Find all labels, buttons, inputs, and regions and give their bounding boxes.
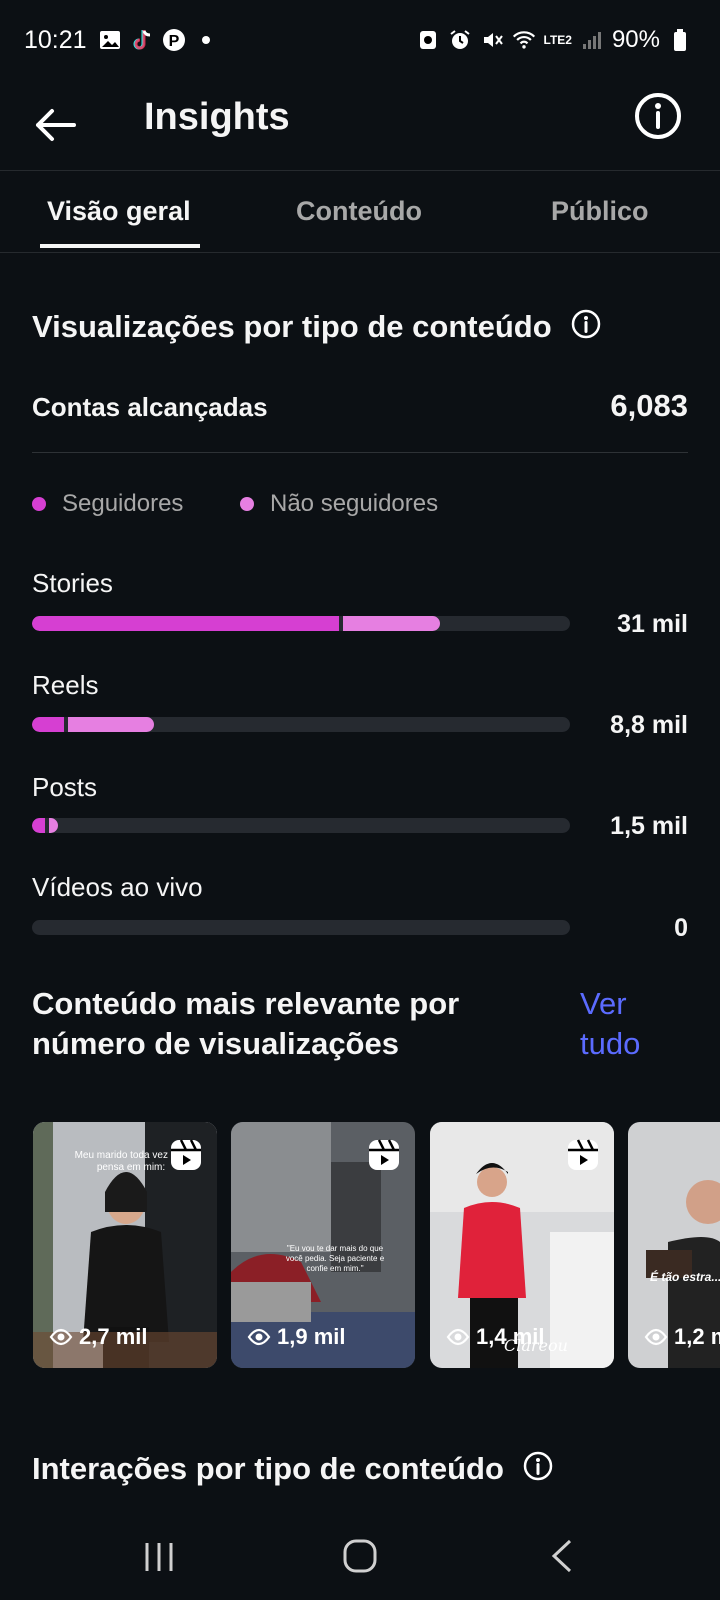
- info-icon: [523, 1451, 553, 1481]
- views-info-button[interactable]: [570, 308, 602, 345]
- bar-track-posts: [32, 818, 570, 833]
- bar-track-reels: [32, 717, 570, 732]
- bar-value-reels: 8,8 mil: [610, 711, 688, 739]
- signal-icon: [580, 28, 604, 52]
- tab-content[interactable]: Conteúdo: [296, 196, 422, 227]
- battery-percent: 90%: [611, 26, 660, 53]
- bar-label-reels: Reels: [32, 670, 99, 700]
- info-button[interactable]: [632, 90, 684, 142]
- content-card-4[interactable]: É tão estra... foto antig... 1,2 mil: [628, 1122, 720, 1368]
- content-card-3[interactable]: Clareou 1,4 mil: [430, 1122, 614, 1368]
- interactions-section-header: Interações por tipo de conteúdo: [32, 1450, 554, 1487]
- card-views: 1,9 mil: [247, 1324, 345, 1350]
- top-content-title-line1: Conteúdo mais relevante por: [32, 986, 460, 1021]
- eye-icon: [247, 1328, 271, 1346]
- reels-icon: [171, 1139, 201, 1170]
- bar-label-live: Vídeos ao vivo: [32, 872, 203, 902]
- bar-value-live: 0: [674, 914, 688, 942]
- pinterest-icon: P: [162, 28, 186, 52]
- bar-value-stories: 31 mil: [617, 610, 688, 638]
- content-card-1[interactable]: Meu marido toda vez que pensa em mim: 2,…: [33, 1122, 217, 1368]
- bar-segment-non-followers: [343, 616, 440, 631]
- info-icon: [635, 93, 681, 139]
- legend-dot-non-followers: [240, 497, 254, 511]
- bar-segment-followers: [32, 717, 64, 732]
- reach-value: 6,083: [610, 388, 688, 423]
- gallery-icon: [98, 28, 122, 52]
- see-all-line2: tudo: [580, 1026, 641, 1061]
- top-content-title: Conteúdo mais relevante por número de vi…: [32, 984, 552, 1064]
- svg-text:P: P: [169, 33, 180, 50]
- see-all-link[interactable]: Ver tudo: [580, 984, 690, 1064]
- bar-segment-non-followers: [49, 818, 58, 833]
- tiktok-icon: [130, 28, 154, 52]
- card-views-count: 2,7 mil: [79, 1324, 148, 1349]
- back-button[interactable]: [30, 100, 80, 150]
- legend-non-followers: Não seguidores: [240, 490, 438, 518]
- reach-label: Contas alcançadas: [32, 392, 268, 422]
- back-arrow-icon: [36, 109, 76, 141]
- reels-icon: [369, 1139, 399, 1170]
- more-notifications-dot-icon: [194, 28, 218, 52]
- notification-icons: P: [98, 28, 218, 52]
- bar-track-live: [32, 920, 570, 935]
- card-views: 1,4 mil: [446, 1324, 544, 1350]
- eye-icon: [49, 1328, 73, 1346]
- interactions-section-title: Interações por tipo de conteúdo: [32, 1450, 504, 1486]
- bar-segment-followers: [32, 818, 45, 833]
- network-type-label: LTE2: [543, 33, 572, 47]
- card-overlay-text: "Eu vou te dar mais do que você pedia. S…: [285, 1244, 385, 1273]
- status-bar: 10:21 P LTE2 90%: [0, 0, 720, 80]
- status-time: 10:21: [24, 26, 87, 54]
- divider: [32, 452, 688, 453]
- nav-back-icon[interactable]: [548, 1538, 578, 1574]
- wifi-icon: [512, 28, 536, 52]
- bar-label-stories: Stories: [32, 568, 113, 598]
- content-card-2[interactable]: "Eu vou te dar mais do que você pedia. S…: [231, 1122, 415, 1368]
- system-nav-bar: [0, 1510, 720, 1600]
- eye-icon: [644, 1328, 668, 1346]
- legend-label-non-followers: Não seguidores: [270, 490, 439, 517]
- tab-overview[interactable]: Visão geral: [47, 196, 191, 227]
- bar-track-stories: [32, 616, 570, 631]
- card-views-count: 1,4 mil: [476, 1324, 545, 1349]
- views-section-header: Visualizações por tipo de conteúdo: [32, 308, 602, 345]
- bar-label-posts: Posts: [32, 772, 98, 802]
- bar-segment-non-followers: [68, 717, 154, 732]
- reels-icon: [568, 1139, 598, 1170]
- recent-apps-icon[interactable]: [142, 1540, 176, 1574]
- bar-segment-followers: [32, 616, 339, 631]
- card-views-count: 1,9 mil: [277, 1324, 346, 1349]
- app-header: Insights: [0, 80, 720, 171]
- data-saver-icon: [416, 28, 440, 52]
- home-icon[interactable]: [342, 1538, 378, 1574]
- legend-dot-followers: [32, 497, 46, 511]
- interactions-info-button[interactable]: [522, 1450, 554, 1487]
- eye-icon: [446, 1328, 470, 1346]
- bar-value-posts: 1,5 mil: [610, 812, 688, 840]
- active-tab-indicator: [40, 244, 200, 248]
- info-icon: [571, 309, 600, 339]
- card-overlay-text: É tão estra... foto antig...: [650, 1270, 720, 1284]
- card-views: 1,2 mil: [644, 1324, 720, 1350]
- system-indicators: LTE2 90%: [416, 26, 693, 54]
- page-title: Insights: [144, 96, 290, 138]
- mute-icon: [480, 28, 504, 52]
- battery-icon: [668, 28, 692, 52]
- card-views-count: 1,2 mil: [674, 1324, 720, 1349]
- insights-tabs: Visão geral Conteúdo Público: [0, 170, 720, 253]
- views-section-title: Visualizações por tipo de conteúdo: [32, 308, 552, 344]
- see-all-line1: Ver: [580, 986, 627, 1021]
- legend-followers: Seguidores: [32, 490, 183, 518]
- tab-audience[interactable]: Público: [551, 196, 649, 227]
- card-views: 2,7 mil: [49, 1324, 147, 1350]
- top-content-title-line2: número de visualizações: [32, 1026, 399, 1061]
- alarm-icon: [448, 28, 472, 52]
- legend-label-followers: Seguidores: [62, 490, 184, 517]
